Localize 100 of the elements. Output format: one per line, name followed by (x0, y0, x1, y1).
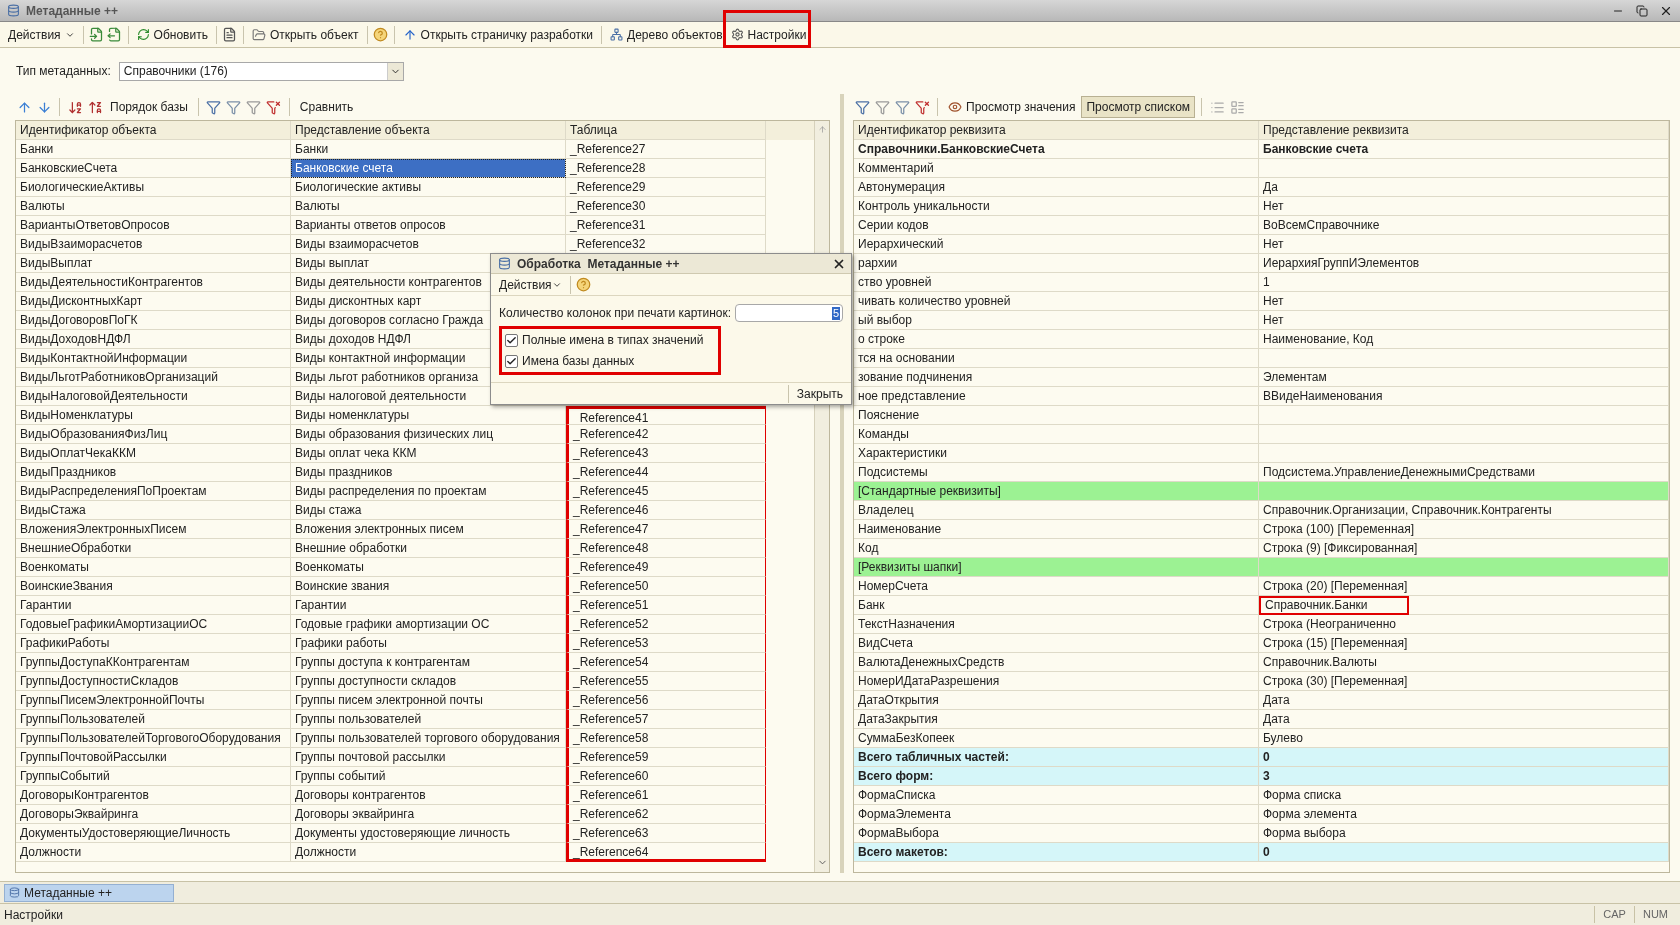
filter-clear-icon[interactable] (264, 98, 283, 116)
filter-icon[interactable] (224, 98, 243, 116)
table-cell: ДоговорыКонтрагентов (16, 786, 291, 805)
number-field[interactable]: 5 (735, 304, 843, 322)
table-cell[interactable]: Группы почтовой рассылки (291, 748, 566, 767)
table-cell: ДатаЗакрытия (854, 710, 1259, 729)
open-object-button[interactable]: Открыть объект (247, 23, 363, 46)
layout-icon[interactable] (1228, 98, 1247, 116)
table-cell: ВидыДеятельностиКонтрагентов (16, 273, 291, 292)
table-cell[interactable]: Группы доступности складов (291, 672, 566, 691)
table-cell: ГруппыСобытий (16, 767, 291, 786)
view-value-button[interactable]: Просмотр значения (944, 96, 1080, 118)
table-cell: ВидыНоменклатуры (16, 406, 291, 425)
table-cell[interactable]: Гарантии (291, 596, 566, 615)
table-cell[interactable]: Валюты (291, 197, 566, 216)
table-cell: ВоинскиеЗвания (16, 577, 291, 596)
table-cell[interactable]: Банковские счета (291, 159, 566, 178)
settings-button[interactable]: Настройки (726, 23, 811, 46)
table-cell: Да (1259, 178, 1669, 197)
actions-menu[interactable]: Действия (495, 275, 566, 294)
filter-icon[interactable] (893, 98, 911, 116)
table-cell: _Reference46 (566, 501, 766, 520)
filter-icon[interactable] (244, 98, 263, 116)
help-icon[interactable] (371, 25, 390, 44)
close-button[interactable]: Закрыть (788, 384, 851, 403)
table-cell: ВидыОбразованияФизЛиц (16, 425, 291, 444)
column-header[interactable]: Представление объекта (291, 121, 566, 140)
compare-button[interactable]: Сравнить (295, 96, 358, 118)
view-list-button[interactable]: Просмотр списком (1081, 96, 1196, 118)
table-cell: ВидыКонтактнойИнформации (16, 349, 291, 368)
column-header[interactable]: Идентификатор реквизита (854, 121, 1259, 140)
dropdown-button[interactable] (386, 62, 403, 80)
table-cell: ВидыЛьготРаботниковОрганизаций (16, 368, 291, 387)
column-header[interactable]: Представление реквизита (1259, 121, 1669, 140)
field-label: Тип метаданных: (16, 63, 111, 80)
checkbox[interactable] (505, 354, 518, 368)
filter-clear-icon[interactable] (913, 98, 931, 116)
table-cell[interactable]: Группы пользователей торгового оборудования (291, 729, 566, 748)
table-cell: [Стандартные реквизиты] (854, 482, 1259, 501)
actions-menu[interactable]: Действия (4, 23, 79, 46)
table-cell[interactable]: Биологические активы (291, 178, 566, 197)
table-cell[interactable]: Виды номенклатуры (291, 406, 566, 425)
table-cell[interactable]: Группы писем электронной почты (291, 691, 566, 710)
checkbox[interactable] (505, 333, 518, 347)
table-cell[interactable]: Вложения электронных писем (291, 520, 566, 539)
table-cell[interactable]: Должности (291, 843, 566, 862)
table-cell[interactable]: Внешние обработки (291, 539, 566, 558)
table-cell[interactable]: Графики работы (291, 634, 566, 653)
table-cell: ВидыОплатЧекаККМ (16, 444, 291, 463)
table-cell[interactable]: Договоры контрагентов (291, 786, 566, 805)
eye-icon (948, 100, 962, 114)
filter-icon[interactable] (873, 98, 891, 116)
table-cell[interactable]: Виды праздников (291, 463, 566, 482)
table-cell: о строке (854, 330, 1259, 349)
table-cell: ГрафикиРаботы (16, 634, 291, 653)
table-cell: Должности (16, 843, 291, 862)
table-cell: ВидСчета (854, 634, 1259, 653)
table-cell: Владелец (854, 501, 1259, 520)
help-icon[interactable] (574, 275, 593, 294)
table-cell: ВидыДоговоровПоГК (16, 311, 291, 330)
table-cell[interactable]: Группы событий (291, 767, 566, 786)
table-cell[interactable]: Договоры эквайринга (291, 805, 566, 824)
table-cell[interactable]: Годовые графики амортизации ОС (291, 615, 566, 634)
table-cell[interactable]: Группы доступа к контрагентам (291, 653, 566, 672)
table-cell: Комментарий (854, 159, 1259, 178)
column-header[interactable]: Таблица (566, 121, 766, 140)
table-cell: _Reference54 (566, 653, 766, 672)
table-cell: Наименование (854, 520, 1259, 539)
table-cell: Банк (854, 596, 1259, 615)
table-cell[interactable]: Воинские звания (291, 577, 566, 596)
taskbar-tab[interactable]: Метаданные ++ (4, 883, 174, 902)
table-cell[interactable]: Группы пользователей (291, 710, 566, 729)
table-cell: _Reference58 (566, 729, 766, 748)
filter-icon[interactable] (853, 98, 871, 116)
table-cell: 3 (1259, 767, 1669, 786)
base-order-button[interactable]: Порядок базы (106, 96, 192, 118)
table-cell: БиологическиеАктивы (16, 178, 291, 197)
table-cell[interactable]: Военкоматы (291, 558, 566, 577)
scroll-up-icon (817, 125, 827, 134)
table-cell[interactable]: Виды оплат чека ККМ (291, 444, 566, 463)
table-cell[interactable]: Документы удостоверяющие личность (291, 824, 566, 843)
table-cell: Дата (1259, 710, 1669, 729)
table-cell[interactable]: Виды стажа (291, 501, 566, 520)
open-dev-page-button[interactable]: Открыть страничку разработки (398, 23, 597, 46)
column-header[interactable]: Идентификатор объекта (16, 121, 291, 140)
table-cell: Нет (1259, 311, 1669, 330)
filter-icon[interactable] (204, 98, 223, 116)
refresh-button[interactable]: Обновить (132, 23, 212, 46)
table-cell: ДоговорыЭквайринга (16, 805, 291, 824)
table-cell: ТекстНазначения (854, 615, 1259, 634)
table-cell: ВариантыОтветовОпросов (16, 216, 291, 235)
table-cell[interactable]: Виды образования физических лиц (291, 425, 566, 444)
metadata-type-select[interactable]: Справочники (176) (118, 61, 404, 81)
table-cell[interactable]: Виды распределения по проектам (291, 482, 566, 501)
table-cell[interactable]: Варианты ответов опросов (291, 216, 566, 235)
table-cell: _Reference49 (566, 558, 766, 577)
status-indicator: CAP (1594, 906, 1634, 923)
object-tree-button[interactable]: Дерево объектов (606, 23, 727, 46)
table-cell: ДокументыУдостоверяющиеЛичность (16, 824, 291, 843)
settings-icon (730, 28, 744, 41)
